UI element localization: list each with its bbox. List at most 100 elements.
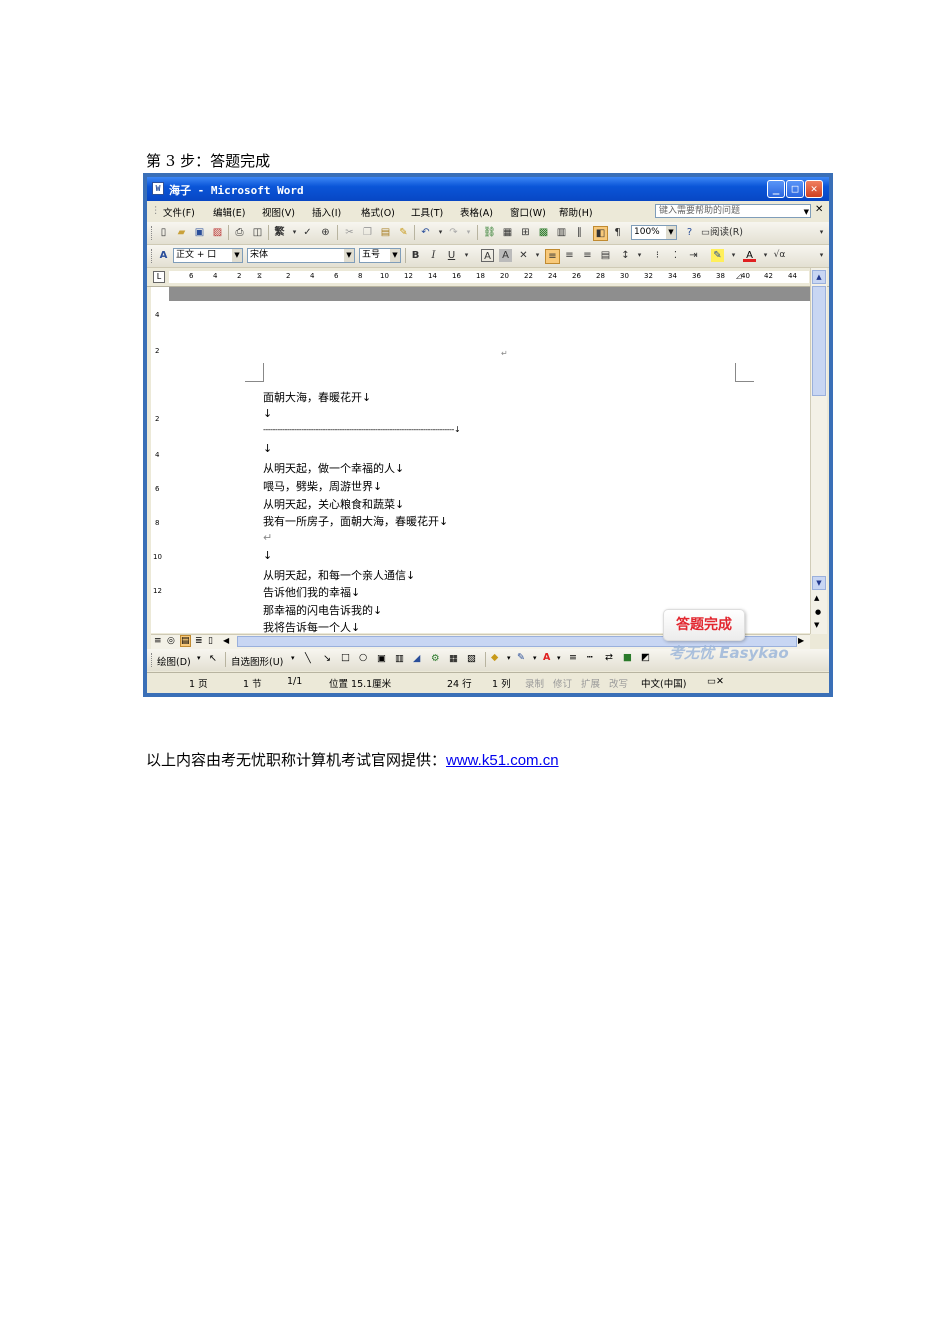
line-spacing-icon[interactable]: ↕ bbox=[619, 249, 632, 262]
numbering-icon[interactable]: ⁝ bbox=[651, 249, 664, 262]
highlight-icon[interactable]: ✎ bbox=[711, 249, 724, 262]
select-objects-icon[interactable]: ↖ bbox=[209, 653, 217, 664]
draw-menu[interactable]: 绘图(D) bbox=[157, 654, 191, 668]
style-select[interactable]: 正文 + 口 ▼ bbox=[173, 248, 243, 263]
indent-marker-icon[interactable]: ⧖ bbox=[257, 272, 262, 281]
redo-icon[interactable]: ↷ bbox=[447, 226, 460, 239]
research-icon[interactable]: ⊕ bbox=[319, 226, 332, 239]
font-size-select[interactable]: 五号 ▼ bbox=[359, 248, 401, 263]
spelling-status-icon[interactable]: ▭✕ bbox=[707, 676, 724, 687]
vertical-textbox-icon[interactable]: ▥ bbox=[395, 653, 404, 664]
insert-excel-icon[interactable]: ▩ bbox=[537, 226, 550, 239]
chevron-down-icon[interactable]: ▾ bbox=[633, 249, 646, 262]
draw-font-color-icon[interactable]: A bbox=[543, 652, 550, 663]
bullets-icon[interactable]: ⁚ bbox=[669, 249, 682, 262]
outline-view-icon[interactable]: ≣ bbox=[195, 636, 203, 646]
open-folder-icon[interactable]: ▰ bbox=[175, 226, 188, 239]
format-painter-icon[interactable]: ✎ bbox=[397, 226, 410, 239]
diagram-icon[interactable]: ⚙ bbox=[431, 653, 440, 664]
minimize-button[interactable]: _ bbox=[767, 180, 785, 198]
read-button[interactable]: ▭阅读(R) bbox=[701, 226, 745, 239]
help-icon[interactable]: ? bbox=[683, 226, 696, 239]
document-map-icon[interactable]: ◧ bbox=[593, 226, 608, 241]
chevron-down-icon[interactable]: ▾ bbox=[288, 226, 301, 239]
traditional-chinese-icon[interactable]: 繁 bbox=[273, 226, 286, 239]
italic-icon[interactable]: I bbox=[427, 249, 440, 262]
chevron-down-icon[interactable]: ▾ bbox=[507, 654, 511, 662]
bold-icon[interactable]: B bbox=[409, 249, 422, 262]
menu-table[interactable]: 表格(A) bbox=[460, 205, 493, 219]
cut-icon[interactable]: ✂ bbox=[343, 226, 356, 239]
chevron-down-icon[interactable]: ▾ bbox=[759, 249, 772, 262]
menu-insert[interactable]: 插入(I) bbox=[312, 205, 341, 219]
vertical-ruler[interactable]: 4 2 2 4 6 8 10 12 bbox=[151, 287, 170, 633]
indent-icon[interactable]: ⇥ bbox=[687, 249, 700, 262]
distributed-icon[interactable]: ▤ bbox=[599, 249, 612, 262]
clipart-icon[interactable]: ▦ bbox=[449, 653, 458, 664]
menu-view[interactable]: 视图(V) bbox=[262, 205, 295, 219]
textbox-icon[interactable]: ▣ bbox=[377, 653, 386, 664]
print-preview-icon[interactable]: ◫ bbox=[251, 226, 264, 239]
drawing-icon[interactable]: ∥ bbox=[573, 226, 586, 239]
permission-icon[interactable]: ▨ bbox=[211, 226, 224, 239]
chevron-down-icon[interactable]: ▾ bbox=[462, 226, 475, 239]
scroll-right-icon[interactable]: ▶ bbox=[798, 636, 804, 645]
insert-table-icon[interactable]: ⊞ bbox=[519, 226, 532, 239]
toolbar-grip[interactable] bbox=[151, 249, 154, 263]
chevron-down-icon[interactable]: ▾ bbox=[460, 249, 473, 262]
scroll-down-icon[interactable]: ▼ bbox=[812, 576, 826, 590]
show-hide-icon[interactable]: ¶ bbox=[611, 226, 624, 239]
styles-pane-icon[interactable]: A bbox=[157, 249, 170, 262]
next-page-icon[interactable]: ▼ bbox=[814, 621, 819, 629]
close-document-icon[interactable]: ✕ bbox=[815, 204, 823, 215]
chevron-down-icon[interactable]: ▾ bbox=[557, 654, 561, 662]
source-link[interactable]: www.k51.com.cn bbox=[446, 752, 559, 769]
toolbar-options-icon[interactable]: ▾ bbox=[815, 226, 828, 239]
close-button[interactable]: ✕ bbox=[805, 180, 823, 198]
menu-format[interactable]: 格式(O) bbox=[361, 205, 395, 219]
picture-icon[interactable]: ▧ bbox=[467, 653, 476, 664]
align-right-icon[interactable]: ≡ bbox=[581, 249, 594, 262]
maximize-button[interactable]: □ bbox=[786, 180, 804, 198]
chevron-down-icon[interactable]: ▾ bbox=[434, 226, 447, 239]
print-icon[interactable]: ⎙ bbox=[233, 226, 246, 239]
scroll-left-icon[interactable]: ◀ bbox=[223, 636, 229, 645]
shadow-style-icon[interactable]: ■ bbox=[623, 652, 632, 663]
line-color-icon[interactable]: ✎ bbox=[517, 652, 525, 663]
chevron-down-icon[interactable]: ▼ bbox=[666, 226, 676, 239]
status-ovr[interactable]: 改写 bbox=[609, 676, 628, 690]
help-search-input[interactable]: 键入需要帮助的问题 ▼ bbox=[655, 204, 811, 218]
chevron-down-icon[interactable]: ▼ bbox=[232, 249, 242, 262]
line-icon[interactable]: ╲ bbox=[305, 653, 311, 664]
align-center-icon[interactable]: ≡ bbox=[563, 249, 576, 262]
chevron-down-icon[interactable]: ▾ bbox=[533, 654, 537, 662]
chevron-down-icon[interactable]: ▾ bbox=[727, 249, 740, 262]
new-document-icon[interactable]: ▯ bbox=[157, 226, 170, 239]
rectangle-icon[interactable]: □ bbox=[341, 652, 350, 663]
toolbar-grip[interactable] bbox=[151, 226, 154, 240]
zoom-select[interactable]: 100% ▼ bbox=[631, 225, 677, 240]
copy-icon[interactable]: ❐ bbox=[361, 226, 374, 239]
autoshapes-menu[interactable]: 自选图形(U) bbox=[231, 654, 283, 668]
horizontal-ruler[interactable]: L 6 4 2 ⧖ 2 4 6 8 10 12 14 16 18 20 22 2… bbox=[147, 268, 829, 287]
char-border-icon[interactable]: A bbox=[481, 249, 494, 262]
status-rec[interactable]: 录制 bbox=[525, 676, 544, 690]
font-color-icon[interactable]: A bbox=[743, 249, 756, 262]
toolbar-grip[interactable] bbox=[151, 653, 154, 667]
reading-view-icon[interactable]: ▯ bbox=[208, 636, 213, 646]
save-icon[interactable]: ▣ bbox=[193, 226, 206, 239]
tab-selector[interactable]: L bbox=[153, 271, 165, 283]
toolbar-options-icon[interactable]: ▾ bbox=[815, 249, 828, 262]
arrow-icon[interactable]: ↘ bbox=[323, 653, 331, 664]
status-ext[interactable]: 扩展 bbox=[581, 676, 600, 690]
hyperlink-icon[interactable]: ⛓ bbox=[483, 226, 496, 239]
font-select[interactable]: 宋体 ▼ bbox=[247, 248, 355, 263]
menu-help[interactable]: 帮助(H) bbox=[559, 205, 593, 219]
normal-view-icon[interactable]: ≡ bbox=[154, 636, 162, 646]
spelling-icon[interactable]: ✓ bbox=[301, 226, 314, 239]
fill-color-icon[interactable]: ◆ bbox=[491, 652, 498, 663]
document-page[interactable]: ↵ 面朝大海，春暖花开↓ ↓ -------------------------… bbox=[169, 287, 810, 634]
3d-style-icon[interactable]: ◩ bbox=[641, 652, 650, 663]
equation-icon[interactable]: √α bbox=[773, 249, 786, 262]
dash-style-icon[interactable]: ┅ bbox=[587, 652, 593, 663]
